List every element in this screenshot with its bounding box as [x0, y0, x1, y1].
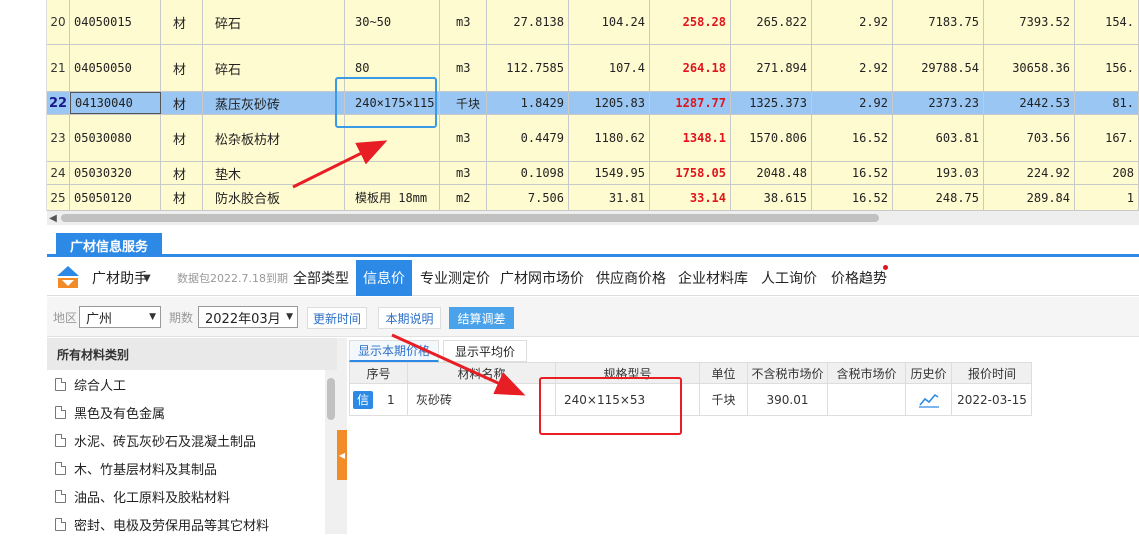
annotation-arrows — [292, 140, 526, 396]
arrow-to-result-spec — [391, 333, 526, 396]
arrow-to-grid-spec — [292, 140, 388, 189]
